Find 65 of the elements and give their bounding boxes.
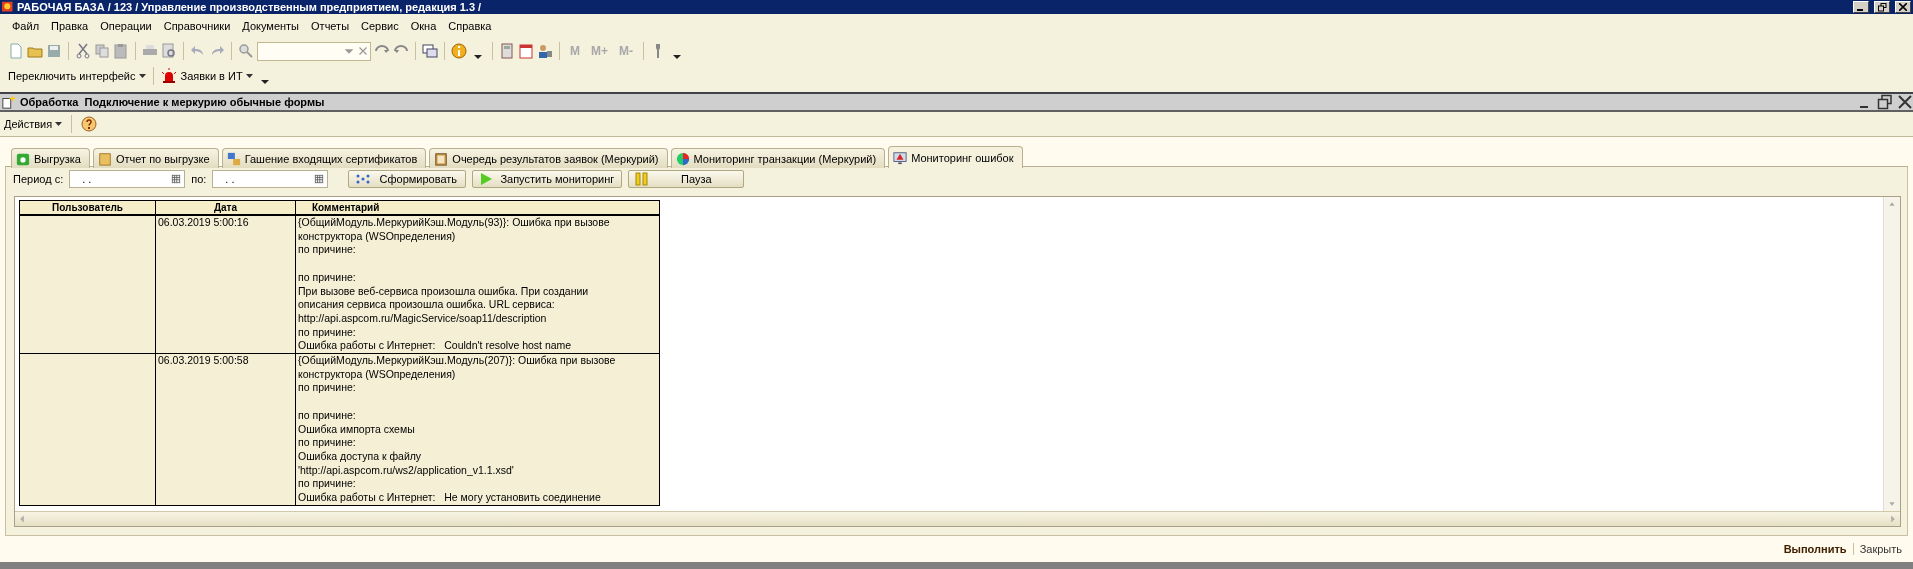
alarm-bell-icon[interactable] — [160, 68, 177, 84]
menu-item[interactable]: Сервис — [355, 20, 405, 32]
period-from-label: Период с: — [13, 173, 64, 185]
pie-chart-icon — [675, 151, 690, 166]
tab[interactable]: Отчет по выгрузке — [92, 148, 219, 168]
paste-icon[interactable] — [113, 43, 129, 59]
menu-item[interactable]: Окна — [404, 20, 443, 32]
table-cell: {ОбщийМодуль.МеркурийКэш.Модуль(207)}: Ошибка при вызове конструктора (WSОпределения) по причине: по причине: Ошибка импорта схемы по причине: Ошибка доступа к файлу 'http://api.aspcom.ru/ws2/application_v1.1.xsd' по причине: Ошибка работы с Интернет: Не могу установить соединение — [295, 353, 660, 506]
form-title: Обработка Подключение к меркурию обычные формы — [20, 96, 326, 108]
column-header[interactable]: Комментарий — [295, 200, 660, 215]
date-from-field[interactable]: . . — [69, 170, 186, 188]
menu-item[interactable]: Операции — [94, 20, 158, 32]
windows-icon[interactable] — [422, 43, 438, 59]
calendar-icon[interactable] — [313, 173, 326, 185]
pause-icon — [635, 172, 650, 186]
close-icon[interactable] — [1899, 3, 1907, 11]
calendar-icon[interactable] — [518, 43, 534, 59]
run-button[interactable]: Выполнить — [1777, 543, 1854, 555]
menu-item[interactable]: Документы — [236, 20, 306, 32]
tab[interactable]: Мониторинг транзакции (Меркурий) — [670, 148, 886, 168]
close-button[interactable] — [1895, 1, 1911, 13]
window-title: РАБОЧАЯ БАЗА / 123 / Управление производственным предприятием, редакция 1.3 / — [17, 1, 483, 13]
dropdown-caret-icon[interactable] — [245, 74, 253, 78]
play-icon — [479, 172, 494, 186]
menu-item[interactable]: Файл — [6, 20, 46, 32]
preview-icon[interactable] — [161, 43, 177, 59]
dots-icon — [355, 173, 372, 185]
minimize-button[interactable] — [1853, 1, 1869, 13]
tab[interactable]: Выгрузка — [11, 148, 90, 168]
monitor-warning-icon — [893, 150, 908, 165]
table-cell: 06.03.2019 5:00:16 — [155, 215, 296, 354]
dropdown-caret-icon[interactable] — [138, 74, 146, 78]
menu-item[interactable]: Правка — [45, 20, 95, 32]
menu-item[interactable]: Справочники — [157, 20, 237, 32]
table-cell: 06.03.2019 5:00:58 — [155, 353, 296, 506]
date-to-field[interactable]: . . — [212, 170, 329, 188]
period-to-label: по: — [191, 173, 207, 185]
form-icon[interactable] — [2, 95, 16, 109]
column-header[interactable]: Дата — [155, 200, 296, 215]
search-field[interactable] — [257, 41, 371, 61]
pause-button[interactable]: Пауза — [628, 170, 745, 188]
users-icon[interactable] — [537, 43, 553, 59]
calendar-icon[interactable] — [170, 173, 183, 185]
table-cell: {ОбщийМодуль.МеркурийКэш.Модуль(93)}: Ошибка при вызове конструктора (WSОпределения) по причине: по причине: При вызове веб-сервиса произошла ошибка. При создании описания сервиса произошла ошибка. URL сервиса: http://api.aspcom.ru/MagicService/soap11/description по причине: Ошибка работы с Интернет: Couldn't resolve host name — [295, 215, 660, 354]
help-icon[interactable] — [81, 116, 98, 132]
app-logo-icon[interactable] — [2, 1, 14, 13]
start-monitoring-button[interactable]: Запустить мониторинг — [472, 170, 623, 188]
document-icon — [97, 151, 112, 166]
actions-menu[interactable]: Действия — [4, 118, 63, 130]
menu-item[interactable]: Справка — [442, 20, 498, 32]
generate-button[interactable]: Сформировать — [348, 170, 467, 188]
close-icon[interactable] — [1897, 94, 1913, 110]
tab[interactable]: Мониторинг ошибок — [888, 146, 1023, 168]
column-header[interactable]: Пользователь — [19, 200, 156, 215]
menu-item[interactable]: Отчеты — [305, 20, 356, 32]
tab[interactable]: Гашение входящих сертификатов — [221, 148, 427, 168]
dropdown-caret-icon[interactable] — [55, 122, 63, 126]
search-icon[interactable] — [238, 43, 254, 59]
it-requests-button[interactable]: Заявки в ИТ — [180, 70, 253, 82]
info-icon[interactable] — [451, 43, 467, 59]
close-button[interactable]: Закрыть — [1853, 543, 1908, 555]
restore-icon[interactable] — [1877, 94, 1893, 110]
tab[interactable]: Очередь результатов заявок (Меркурий) — [429, 148, 668, 168]
cut-icon[interactable] — [75, 43, 91, 59]
switch-interface-button[interactable]: Переключить интерфейс — [8, 70, 146, 82]
